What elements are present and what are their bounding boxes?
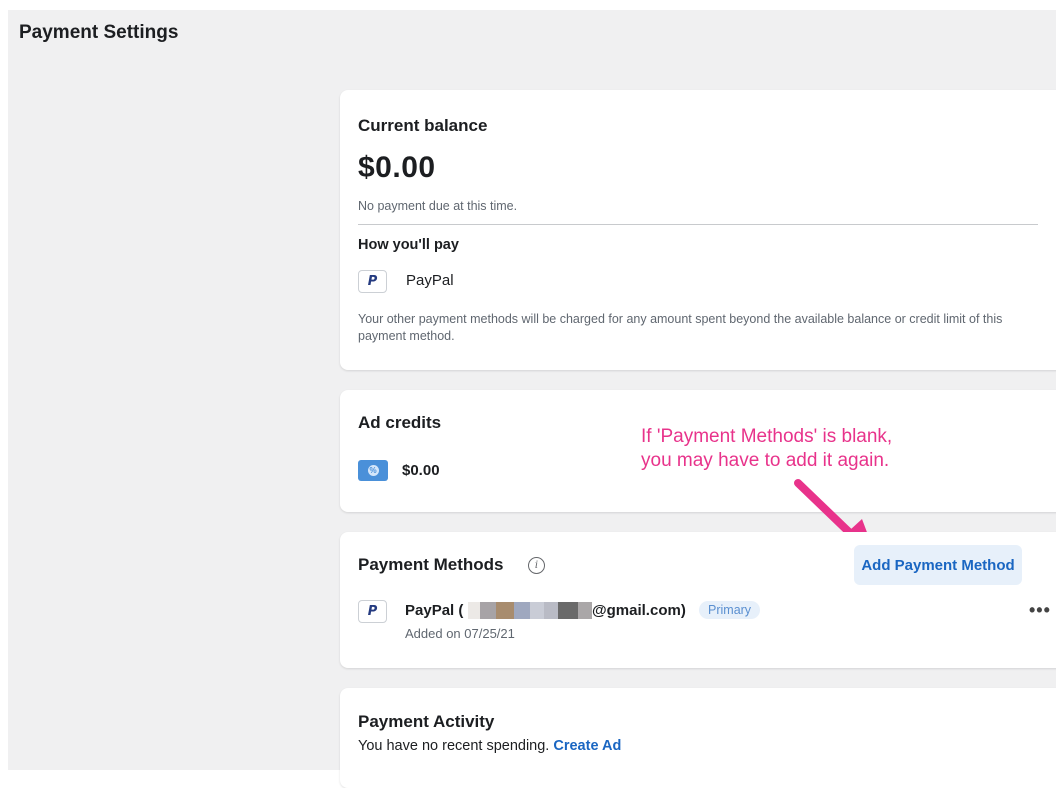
info-icon[interactable]: i [528, 557, 545, 574]
create-ad-link[interactable]: Create Ad [553, 738, 621, 754]
payment-status: No payment due at this time. [358, 199, 518, 213]
add-payment-method-button[interactable]: Add Payment Method [854, 545, 1022, 585]
page-title: Payment Settings [19, 22, 179, 43]
activity-status: You have no recent spending. Create Ad [358, 738, 621, 754]
how-you-pay-heading: How you'll pay [358, 237, 459, 253]
more-options-icon[interactable]: ••• [1029, 600, 1051, 621]
payment-activity-card: Payment Activity You have no recent spen… [340, 688, 1056, 788]
divider [358, 224, 1038, 225]
annotation-line-2: you may have to add it again. [641, 450, 890, 471]
ad-credits-amount: $0.00 [402, 462, 440, 479]
payment-activity-heading: Payment Activity [358, 712, 495, 731]
payment-methods-heading: Payment Methods [358, 555, 504, 574]
activity-text: You have no recent spending. [358, 738, 550, 754]
current-balance-card: Current balance $0.00 No payment due at … [340, 90, 1056, 370]
ad-credits-heading: Ad credits [358, 413, 442, 432]
annotation-text: If 'Payment Methods' is blank, you may h… [641, 425, 892, 473]
payment-method-name: PayPal [406, 272, 454, 289]
ad-credit-icon: % [358, 460, 388, 481]
annotation-line-1: If 'Payment Methods' is blank, [641, 426, 893, 447]
paypal-icon: P [358, 270, 387, 293]
paypal-icon: P [358, 600, 387, 623]
balance-amount: $0.00 [358, 151, 436, 184]
payment-method-name-prefix: PayPal ( [405, 602, 464, 619]
current-balance-heading: Current balance [358, 116, 488, 135]
payment-method-name-suffix: @gmail.com) [592, 602, 686, 619]
added-date: Added on 07/25/21 [405, 626, 515, 641]
payment-methods-card: Payment Methods i Add Payment Method P P… [340, 532, 1056, 668]
primary-badge: Primary [699, 601, 761, 619]
payment-note: Your other payment methods will be charg… [358, 312, 1003, 343]
redacted-email [468, 602, 592, 619]
